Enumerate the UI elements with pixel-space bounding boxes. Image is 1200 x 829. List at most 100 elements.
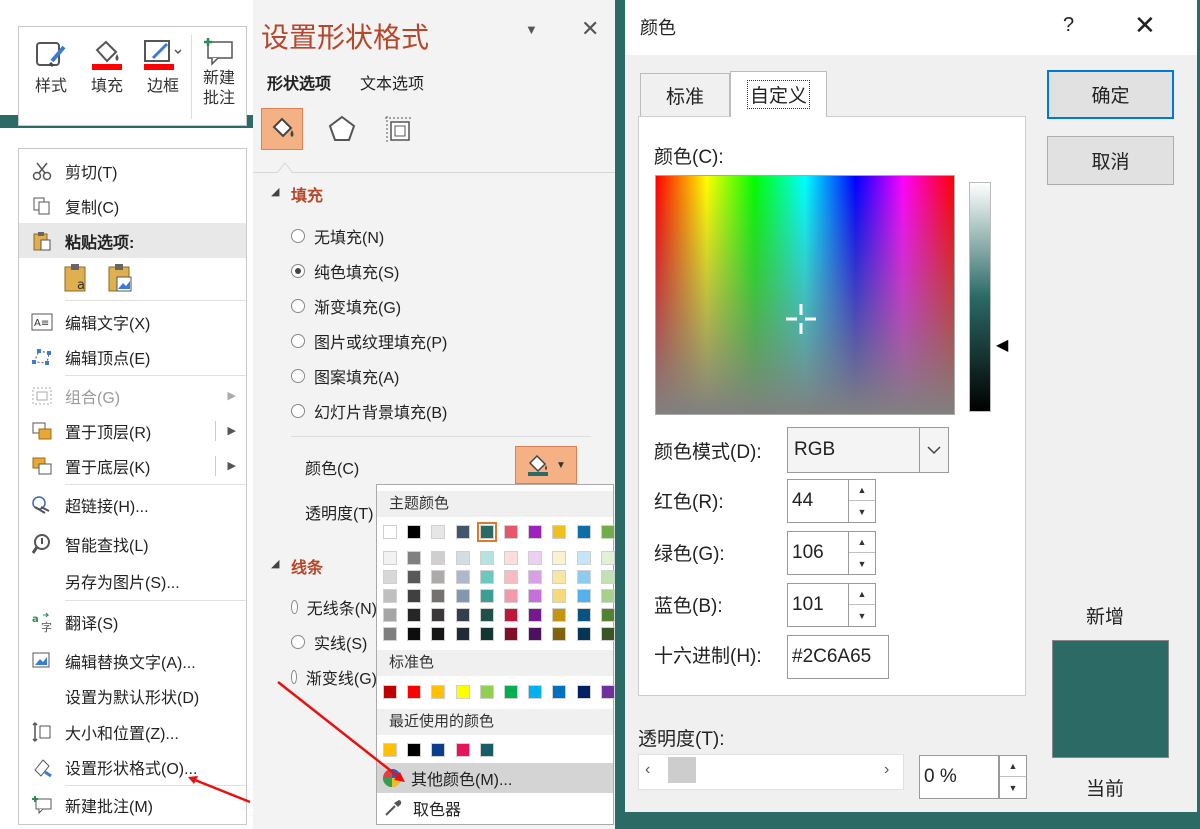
theme-shade-swatch[interactable]	[383, 627, 397, 641]
recent-color-swatch[interactable]	[455, 743, 470, 757]
fill-section-title[interactable]: 填充	[291, 182, 323, 206]
blue-input[interactable]: 101	[787, 583, 849, 627]
hex-input[interactable]: #2C6A65	[787, 635, 889, 679]
stepper-down-icon[interactable]: ▼	[1000, 777, 1026, 798]
standard-color-swatch[interactable]	[600, 685, 615, 699]
standard-color-swatch[interactable]	[528, 685, 543, 699]
theme-shade-swatch[interactable]	[504, 551, 518, 565]
menu-item-cut[interactable]: 剪切(T)	[19, 153, 246, 188]
ok-button[interactable]: 确定	[1047, 70, 1174, 119]
theme-shade-swatch[interactable]	[504, 627, 518, 641]
theme-shade-swatch[interactable]	[504, 608, 518, 622]
radio-pattern-fill[interactable]: 图案填充(A)	[291, 363, 399, 389]
theme-shade-swatch[interactable]	[576, 570, 591, 584]
red-stepper[interactable]: ▲ ▼	[848, 479, 876, 523]
stepper-up-icon[interactable]: ▲	[849, 532, 875, 553]
standard-color-swatch[interactable]	[479, 685, 494, 699]
eyedropper-item[interactable]: 取色器	[377, 793, 613, 823]
luminance-slider[interactable]	[969, 182, 991, 412]
theme-shade-swatch[interactable]	[455, 608, 470, 622]
style-button[interactable]: 样式	[25, 33, 77, 113]
stepper-down-icon[interactable]: ▼	[849, 553, 875, 574]
tab-standard[interactable]: 标准	[640, 73, 730, 117]
green-stepper[interactable]: ▲ ▼	[848, 531, 876, 575]
dialog-close-icon[interactable]: ✕	[1134, 10, 1156, 41]
red-input[interactable]: 44	[787, 479, 849, 523]
blue-stepper[interactable]: ▲ ▼	[848, 583, 876, 627]
scroll-right-icon[interactable]: ›	[884, 761, 889, 779]
more-colors-item[interactable]: 其他颜色(M)...	[377, 763, 613, 793]
cancel-button[interactable]: 取消	[1047, 136, 1174, 185]
recent-color-swatch[interactable]	[479, 743, 494, 757]
radio-no-line[interactable]: 无线条(N)	[291, 594, 377, 620]
menu-item-smart-lookup[interactable]: 智能查找(L)	[19, 526, 246, 561]
theme-color-swatch[interactable]	[528, 525, 543, 539]
theme-shade-swatch[interactable]	[455, 570, 470, 584]
radio-no-fill[interactable]: 无填充(N)	[291, 223, 384, 249]
menu-item-edit-alt-text[interactable]: 编辑替换文字(A)...	[19, 643, 246, 678]
menu-item-translate[interactable]: a 字翻译(S)	[19, 604, 246, 639]
fill-color-button[interactable]: ▼	[515, 446, 577, 484]
stepper-down-icon[interactable]: ▼	[849, 605, 875, 626]
theme-shade-swatch[interactable]	[528, 589, 543, 603]
theme-shade-swatch[interactable]	[600, 608, 615, 622]
theme-shade-swatch[interactable]	[431, 570, 446, 584]
theme-shade-swatch[interactable]	[552, 570, 567, 584]
theme-color-swatch[interactable]	[576, 525, 591, 539]
theme-shade-swatch[interactable]	[383, 608, 397, 622]
menu-item-new-comment[interactable]: 新建批注(M)	[19, 787, 246, 822]
fill-button[interactable]: 填充	[81, 33, 133, 113]
theme-shade-swatch[interactable]	[504, 589, 518, 603]
theme-shade-swatch[interactable]	[528, 627, 543, 641]
theme-shade-swatch[interactable]	[576, 551, 591, 565]
standard-color-swatch[interactable]	[455, 685, 470, 699]
theme-shade-swatch[interactable]	[552, 589, 567, 603]
theme-shade-swatch[interactable]	[383, 570, 397, 584]
theme-shade-swatch[interactable]	[431, 589, 446, 603]
theme-shade-swatch[interactable]	[455, 627, 470, 641]
theme-color-swatch[interactable]	[504, 525, 518, 539]
theme-shade-swatch[interactable]	[552, 627, 567, 641]
outline-button[interactable]: 边框	[137, 33, 189, 113]
stepper-down-icon[interactable]: ▼	[849, 501, 875, 522]
luminance-pointer-icon[interactable]: ◀	[996, 335, 1008, 355]
tab-text-options[interactable]: 文本选项	[360, 70, 424, 94]
radio-solid-fill[interactable]: 纯色填充(S)	[291, 258, 399, 284]
theme-color-swatch[interactable]	[407, 525, 422, 539]
standard-color-swatch[interactable]	[383, 685, 397, 699]
tab-custom[interactable]: 自定义	[730, 71, 827, 117]
theme-shade-swatch[interactable]	[576, 608, 591, 622]
radio-slide-bg-fill[interactable]: 幻灯片背景填充(B)	[291, 398, 447, 424]
recent-color-swatch[interactable]	[431, 743, 446, 757]
paste-picture-icon[interactable]	[107, 261, 135, 295]
radio-picture-fill[interactable]: 图片或纹理填充(P)	[291, 328, 447, 354]
scroll-left-icon[interactable]: ‹	[645, 761, 650, 779]
paste-keep-text-icon[interactable]: a	[63, 261, 91, 295]
fill-line-tab[interactable]	[261, 108, 303, 150]
theme-color-swatch[interactable]	[455, 525, 470, 539]
theme-shade-swatch[interactable]	[528, 551, 543, 565]
menu-item-size-position[interactable]: 大小和位置(Z)...	[19, 714, 246, 749]
standard-color-swatch[interactable]	[552, 685, 567, 699]
theme-shade-swatch[interactable]	[407, 627, 422, 641]
theme-shade-swatch[interactable]	[552, 551, 567, 565]
stepper-up-icon[interactable]: ▲	[849, 480, 875, 501]
menu-item-hyperlink[interactable]: 超链接(H)...	[19, 487, 246, 522]
theme-shade-swatch[interactable]	[504, 570, 518, 584]
menu-item-group[interactable]: 组合(G) ▶	[19, 378, 246, 413]
theme-color-swatch[interactable]	[476, 522, 497, 542]
standard-color-swatch[interactable]	[504, 685, 518, 699]
theme-shade-swatch[interactable]	[479, 608, 494, 622]
pane-close-icon[interactable]: ✕	[581, 16, 599, 42]
theme-shade-swatch[interactable]	[383, 589, 397, 603]
theme-shade-swatch[interactable]	[600, 570, 615, 584]
menu-item-send-to-back[interactable]: 置于底层(K) ▶	[19, 448, 246, 483]
theme-shade-swatch[interactable]	[383, 551, 397, 565]
radio-solid-line[interactable]: 实线(S)	[291, 629, 377, 655]
chevron-down-icon[interactable]	[919, 428, 948, 472]
theme-shade-swatch[interactable]	[479, 551, 494, 565]
theme-shade-swatch[interactable]	[431, 608, 446, 622]
theme-shade-swatch[interactable]	[455, 589, 470, 603]
theme-shade-swatch[interactable]	[479, 570, 494, 584]
radio-gradient-line[interactable]: 渐变线(G)	[291, 664, 377, 690]
